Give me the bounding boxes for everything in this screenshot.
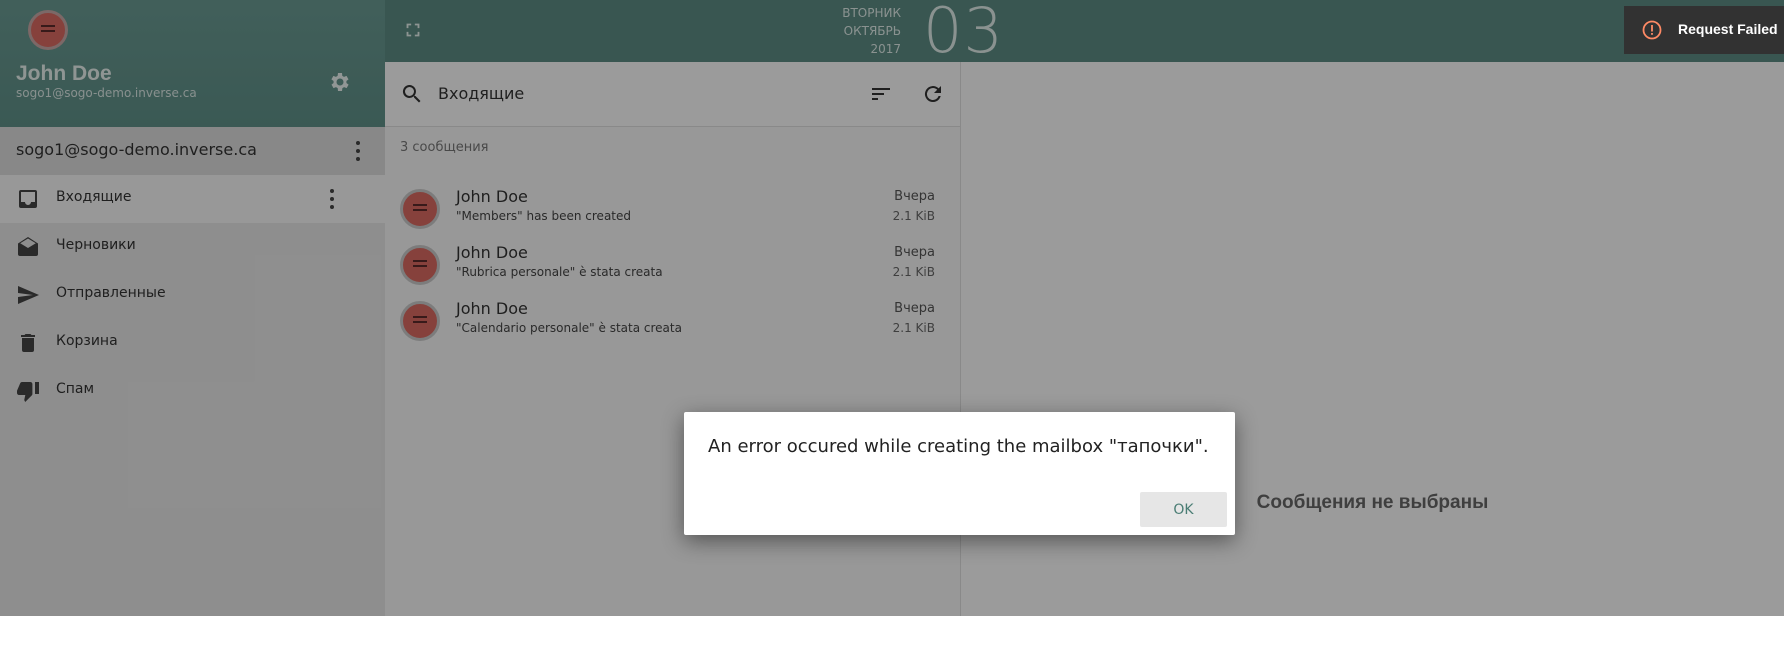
error-dialog: An error occured while creating the mail… — [684, 412, 1235, 535]
toast-text: Request Failed — [1678, 21, 1778, 37]
dialog-message: An error occured while creating the mail… — [708, 436, 1209, 457]
ok-button[interactable]: OK — [1140, 492, 1227, 527]
error-icon — [1642, 20, 1662, 40]
error-toast: Request Failed — [1624, 6, 1784, 54]
